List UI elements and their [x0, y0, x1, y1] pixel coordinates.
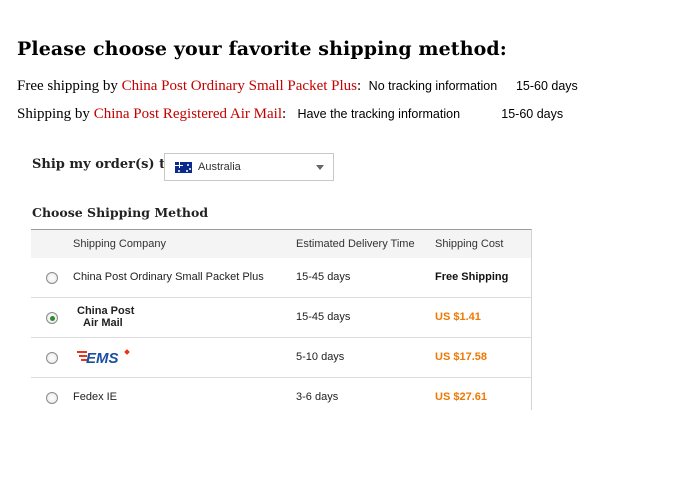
table-row[interactable]: China Post Ordinary Small Packet Plus 15… [31, 258, 531, 298]
shipping-cost: US $17.58 [435, 351, 487, 363]
ems-logo-mark [124, 349, 130, 355]
logo-line-1: China Post [77, 305, 135, 317]
carrier-name: China Post Ordinary Small Packet Plus [121, 78, 357, 94]
ems-logo-text: EMS [86, 350, 119, 366]
header-shipping-company: Shipping Company [73, 238, 166, 250]
delivery-time: 15-45 days [296, 271, 351, 283]
shipping-cost: US $1.41 [435, 311, 481, 323]
table-row[interactable]: Fedex IE 3-6 days US $27.61 [31, 378, 531, 411]
shipping-method-title: Choose Shipping Method [32, 205, 209, 220]
australia-flag-icon [175, 162, 192, 173]
page-heading: Please choose your favorite shipping met… [17, 38, 507, 60]
header-shipping-cost: Shipping Cost [435, 238, 504, 250]
ems-logo-icon: EMS [77, 349, 130, 366]
info-colon: : [357, 78, 362, 94]
chevron-down-icon [316, 165, 324, 170]
shipping-radio-ems[interactable] [46, 352, 58, 364]
info-prefix: Free shipping by [17, 78, 122, 94]
tracking-note: No tracking information [368, 79, 498, 93]
info-prefix: Shipping by [17, 106, 94, 122]
country-select[interactable]: Australia [164, 153, 334, 181]
shipping-radio-china-post-ordinary[interactable] [46, 272, 58, 284]
company-name: Fedex IE [73, 391, 118, 403]
china-post-air-mail-logo: China Post Air Mail [77, 305, 134, 329]
delivery-time: 5-10 days [296, 351, 345, 363]
shipping-radio-china-post-air-mail[interactable] [46, 312, 58, 324]
table-row[interactable]: EMS 5-10 days US $17.58 [31, 338, 531, 378]
shipping-radio-fedex-ie[interactable] [46, 392, 58, 404]
tracking-note: Have the tracking information [297, 107, 461, 121]
carrier-name: China Post Registered Air Mail [93, 106, 283, 122]
table-header: Shipping Company Estimated Delivery Time… [31, 230, 531, 258]
table-row[interactable]: China Post Air Mail 15-45 days US $1.41 [31, 298, 531, 338]
info-colon: : [282, 106, 287, 122]
shipping-cost: Free Shipping [435, 271, 509, 283]
delivery-days: 15-60 days [515, 79, 578, 93]
selected-country: Australia [198, 161, 241, 173]
info-line-registered-air-mail: Shipping by China Post Registered Air Ma… [17, 106, 563, 123]
delivery-time: 15-45 days [296, 311, 351, 323]
delivery-days: 15-60 days [501, 107, 564, 121]
info-line-free-shipping: Free shipping by China Post Ordinary Sma… [17, 78, 578, 95]
ship-to-label: Ship my order(s) to: [32, 157, 179, 172]
company-name: China Post Ordinary Small Packet Plus [73, 271, 264, 283]
shipping-method-table: Shipping Company Estimated Delivery Time… [31, 229, 532, 410]
logo-line-2: Air Mail [83, 317, 123, 329]
header-delivery-time: Estimated Delivery Time [296, 238, 415, 250]
delivery-time: 3-6 days [296, 391, 339, 403]
shipping-cost: US $27.61 [435, 391, 487, 403]
